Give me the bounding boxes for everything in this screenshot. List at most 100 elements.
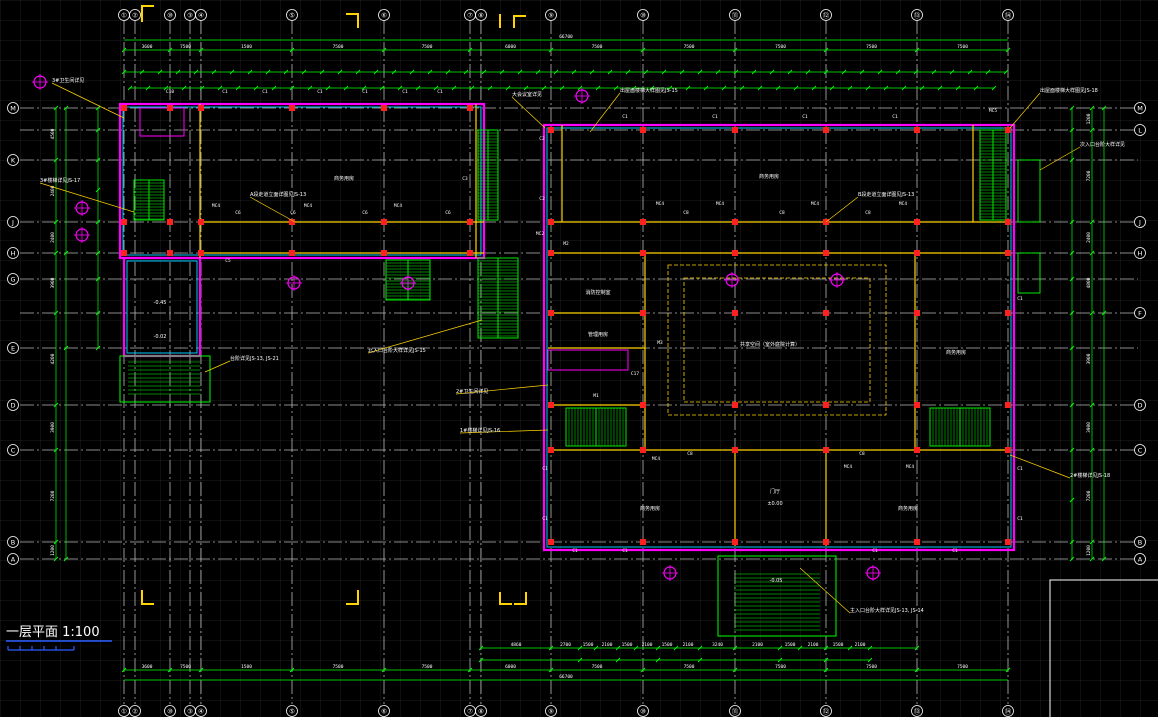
window-tag: C1 <box>1017 296 1023 302</box>
column <box>167 250 173 256</box>
dim-bottom-detail-label: 2100 <box>752 642 763 648</box>
dim-right-label: 3900 <box>1086 353 1092 364</box>
window-tag: C1 <box>362 89 368 95</box>
column <box>1005 402 1011 408</box>
axis-bubble-label: ⑥ <box>381 707 387 715</box>
column <box>198 250 204 256</box>
window-tag: MC2 <box>536 231 544 237</box>
annotation-text: 台阶详见JS-13, JS-21 <box>230 355 279 362</box>
axis-bubble-label: ⑪ <box>732 707 739 715</box>
dim-bottom-detail-label: 2100 <box>808 642 819 648</box>
column <box>914 402 920 408</box>
window-tag: MC4 <box>811 201 819 207</box>
column <box>640 539 646 545</box>
elevation-mark: -0.45 <box>154 300 167 306</box>
axis-bubble-label: ⑩ <box>167 11 173 19</box>
window-tag: MC4 <box>899 201 907 207</box>
room-label: 管理用房 <box>588 331 608 338</box>
dim-top-label: 7500 <box>957 44 968 50</box>
axis-bubble-label: ① <box>121 11 127 19</box>
dim-bottom-detail-label: 1500 <box>583 642 594 648</box>
dim-left-label: 7200 <box>50 490 56 501</box>
column <box>732 539 738 545</box>
axis-bubble-label: ⑭ <box>1005 11 1012 19</box>
column <box>914 127 920 133</box>
annotation-text: 3#楼梯详见JS-17 <box>40 177 80 184</box>
column <box>1005 219 1011 225</box>
axis-bubble-label: ③ <box>187 11 193 19</box>
room-label: 商务用房 <box>898 505 918 512</box>
column <box>823 447 829 453</box>
window-tag: C1 <box>437 89 443 95</box>
axis-bubble-label: D <box>10 401 15 409</box>
column <box>289 219 295 225</box>
column <box>914 447 920 453</box>
window-tag: C1 <box>542 516 548 522</box>
dim-right-label: 4800 <box>1086 277 1092 288</box>
elevation-mark: ±0.00 <box>767 501 782 507</box>
axis-bubble-label: ⑭ <box>1005 707 1012 715</box>
column <box>121 219 127 225</box>
dim-bottom-detail-label: 4860 <box>511 642 522 648</box>
column <box>548 127 554 133</box>
dim-bottom-axis-label: 7500 <box>957 664 968 670</box>
axis-bubble-label: L <box>1138 126 1142 134</box>
column <box>732 447 738 453</box>
axis-bubble-label: ⑥ <box>381 11 387 19</box>
column <box>167 219 173 225</box>
window-tag: C8 <box>683 210 689 216</box>
annotation-text: 大会议室详见 <box>512 91 542 98</box>
axis-bubble-label: ⑤ <box>289 707 295 715</box>
window-tag: C8 <box>865 210 871 216</box>
dim-bottom-detail-label: 2100 <box>642 642 653 648</box>
column <box>548 219 554 225</box>
axis-bubble-label: J <box>11 218 14 226</box>
room-label: 商务用房 <box>640 505 660 512</box>
window-tag: C2 <box>539 196 545 202</box>
dim-right-label: 7200 <box>1086 490 1092 501</box>
window-tag: M1 <box>593 393 599 399</box>
column <box>823 539 829 545</box>
window-tag: M3 <box>657 340 663 346</box>
axis-bubble-label: F <box>1138 309 1142 317</box>
window-tag: C1 <box>622 548 628 554</box>
axis-bubble-label: C <box>11 446 16 454</box>
dim-top-label: 7500 <box>180 44 191 50</box>
axis-bubble-label: J <box>1138 218 1141 226</box>
annotation-text: 主入口台阶大样详见JS-13, JS-14 <box>850 607 924 614</box>
dim-bottom-detail-label: 1500 <box>833 642 844 648</box>
axis-bubble-label: ⑩ <box>640 707 646 715</box>
dim-right-label: 1200 <box>1086 113 1092 124</box>
axis-bubble-label: ⑧ <box>478 707 484 715</box>
axis-bubble-label: ⑬ <box>914 11 921 19</box>
window-tag: C1 <box>952 548 958 554</box>
axis-bubble-label: ③ <box>187 707 193 715</box>
column <box>121 250 127 256</box>
axis-bubble-label: B <box>11 538 15 546</box>
window-tag: C1 <box>572 548 578 554</box>
column <box>548 402 554 408</box>
axis-bubble-label: ⑩ <box>167 707 173 715</box>
column <box>640 447 646 453</box>
room-label: 商务用房 <box>759 173 779 180</box>
axis-bubble-label: ⑬ <box>914 707 921 715</box>
dim-bottom-axis-label: 7500 <box>684 664 695 670</box>
window-tag: C5 <box>225 258 231 264</box>
column <box>914 310 920 316</box>
column <box>823 310 829 316</box>
overall-top-label: 66700 <box>559 34 573 40</box>
column <box>823 127 829 133</box>
column <box>381 219 387 225</box>
column <box>167 105 173 111</box>
window-tag: C1 <box>1017 516 1023 522</box>
column <box>640 250 646 256</box>
column <box>548 310 554 316</box>
column <box>381 105 387 111</box>
window-tag: MC4 <box>844 464 852 470</box>
dim-bottom-detail-label: 2100 <box>602 642 613 648</box>
column <box>732 219 738 225</box>
window-tag: C1 <box>622 114 628 120</box>
window-tag: MC4 <box>716 201 724 207</box>
window-tag: C1 <box>1017 466 1023 472</box>
dim-bottom-axis-label: 7500 <box>775 664 786 670</box>
